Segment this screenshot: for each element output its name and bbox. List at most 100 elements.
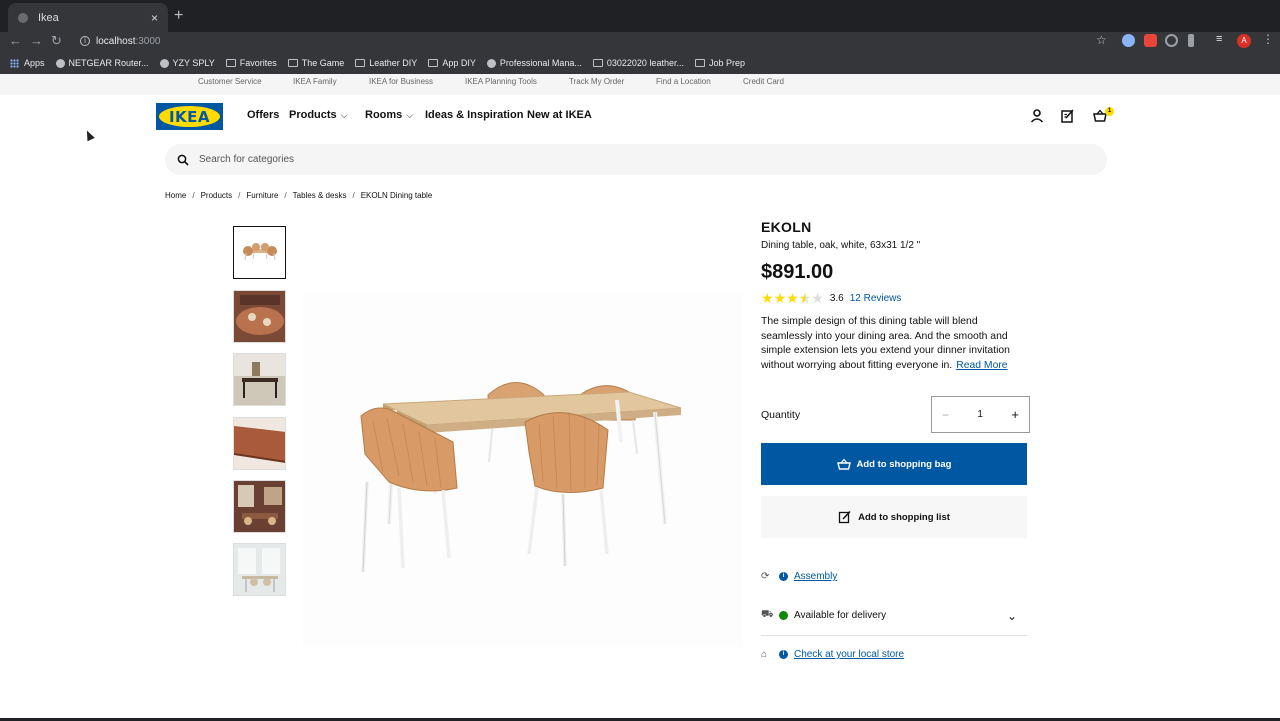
ikea-logo[interactable]: IKEA bbox=[156, 103, 223, 130]
breadcrumb-link[interactable]: Home bbox=[165, 191, 186, 200]
address-bar[interactable]: i localhost:3000 bbox=[72, 32, 1112, 50]
nav-label: Offers bbox=[247, 109, 280, 121]
new-tab-button[interactable]: + bbox=[174, 7, 183, 25]
apps-grid-icon bbox=[10, 58, 19, 68]
bookmark-label: Professional Mana... bbox=[499, 58, 582, 68]
utility-link[interactable]: IKEA for Business bbox=[369, 77, 433, 86]
thumbnail-image[interactable] bbox=[233, 353, 286, 406]
chevron-down-icon[interactable]: ⌄ bbox=[1007, 609, 1017, 623]
delivery-truck-icon: ⛟ bbox=[761, 609, 774, 620]
list-add-icon bbox=[838, 510, 851, 524]
add-to-bag-button[interactable]: Add to shopping bag bbox=[761, 443, 1027, 485]
in-stock-dot-icon bbox=[779, 611, 788, 620]
breadcrumb-link[interactable]: EKOLN Dining table bbox=[361, 191, 433, 200]
extension-icon[interactable] bbox=[1188, 34, 1194, 47]
nav-label: Rooms bbox=[365, 109, 403, 121]
nav-products[interactable]: Products ⌵ bbox=[289, 109, 348, 121]
star-empty-icon: ★ bbox=[811, 290, 824, 306]
site-info-icon[interactable]: i bbox=[80, 36, 90, 46]
quantity-label: Quantity bbox=[761, 409, 801, 421]
utility-link[interactable]: Credit Card bbox=[743, 77, 784, 86]
bookmark-item[interactable]: App DIY bbox=[428, 58, 476, 68]
thumbnail-image[interactable] bbox=[233, 480, 286, 533]
bookmark-item[interactable]: Apps bbox=[10, 58, 45, 68]
bookmark-label: Job Prep bbox=[708, 58, 745, 68]
folder-icon bbox=[592, 59, 603, 67]
bookmark-label: The Game bbox=[301, 58, 345, 68]
bookmark-item[interactable]: The Game bbox=[287, 58, 345, 68]
tab-title: Ikea bbox=[38, 11, 59, 24]
utility-link[interactable]: Customer Service bbox=[198, 77, 262, 86]
utility-link[interactable]: Track My Order bbox=[569, 77, 624, 86]
nav-ideas-inspiration[interactable]: Ideas & Inspiration bbox=[425, 109, 523, 121]
breadcrumb-separator: / bbox=[192, 191, 195, 200]
star-icon: ★ bbox=[786, 290, 799, 306]
bookmark-item[interactable]: 03022020 leather... bbox=[592, 58, 684, 68]
utility-link[interactable]: IKEA Planning Tools bbox=[465, 77, 537, 86]
reviews-link[interactable]: 12 Reviews bbox=[850, 293, 902, 304]
nav-label: Ideas & Inspiration bbox=[425, 109, 524, 121]
bookmark-label: NETGEAR Router... bbox=[68, 58, 149, 68]
search-input[interactable] bbox=[199, 154, 799, 165]
breadcrumb-link[interactable]: Tables & desks bbox=[293, 191, 347, 200]
reload-icon[interactable]: ↻ bbox=[51, 33, 62, 49]
product-info: EKOLN Dining table, oak, white, 63x31 1/… bbox=[761, 219, 1028, 373]
product-description: Dining table, oak, white, 63x31 1/2 " bbox=[761, 240, 921, 251]
rating-score: 3.6 bbox=[829, 293, 844, 304]
search-bar[interactable] bbox=[165, 144, 1107, 175]
thumbnail-image[interactable] bbox=[233, 226, 286, 279]
nav-rooms[interactable]: Rooms ⌵ bbox=[365, 109, 413, 121]
thumbnail-image[interactable] bbox=[233, 290, 286, 343]
profile-avatar[interactable]: A bbox=[1237, 34, 1251, 48]
thumbnail-image[interactable] bbox=[233, 543, 286, 596]
bookmark-item[interactable]: Favorites bbox=[225, 58, 277, 68]
nav-new-at-ikea[interactable]: New at IKEA bbox=[527, 109, 592, 121]
quantity-value[interactable]: 1 bbox=[977, 409, 983, 420]
utility-link[interactable]: Find a Location bbox=[656, 77, 711, 86]
plus-icon[interactable]: + bbox=[1011, 407, 1019, 422]
extension-icon[interactable] bbox=[1165, 34, 1178, 47]
check-store-link[interactable]: Check at your local store bbox=[794, 649, 904, 660]
address-url[interactable]: localhost:3000 bbox=[96, 36, 161, 47]
utility-link[interactable]: IKEA Family bbox=[293, 77, 337, 86]
star-icon: ★ bbox=[773, 290, 787, 306]
breadcrumb-link[interactable]: Furniture bbox=[246, 191, 278, 200]
extension-icon[interactable] bbox=[1144, 34, 1157, 47]
cart-count-badge: 1 bbox=[1105, 107, 1114, 116]
bookmark-item[interactable]: YZY SPLY bbox=[159, 58, 215, 68]
bookmark-item[interactable]: Leather DIY bbox=[355, 58, 417, 68]
read-more-link[interactable]: Read More bbox=[956, 360, 1007, 371]
bookmark-star-icon[interactable]: ☆ bbox=[1096, 33, 1107, 47]
search-icon[interactable] bbox=[177, 154, 189, 166]
back-arrow-icon[interactable]: ← bbox=[9, 33, 22, 48]
browser-tab[interactable]: Ikea × bbox=[8, 3, 168, 32]
account-icon[interactable] bbox=[1029, 108, 1045, 124]
breadcrumb-link[interactable]: Products bbox=[201, 191, 233, 200]
product-price: $891.00 bbox=[761, 261, 834, 283]
forward-arrow-icon[interactable]: → bbox=[30, 33, 43, 48]
bookmark-item[interactable]: NETGEAR Router... bbox=[55, 58, 149, 68]
tab-close-icon[interactable]: × bbox=[151, 11, 158, 25]
bookmark-label: Apps bbox=[24, 58, 45, 68]
info-icon: i bbox=[779, 572, 788, 581]
minus-icon[interactable]: − bbox=[942, 408, 949, 422]
thumbnail-image[interactable] bbox=[233, 417, 286, 470]
add-to-bag-label: Add to shopping bag bbox=[856, 458, 952, 470]
star-icon: ★ bbox=[761, 290, 774, 306]
folder-icon bbox=[694, 59, 705, 67]
bookmark-item[interactable]: Job Prep bbox=[694, 58, 745, 68]
star-half-icon: ★ bbox=[798, 290, 812, 306]
reading-list-icon[interactable]: ≡ bbox=[1216, 33, 1222, 45]
breadcrumb: Home / Products / Furniture / Tables & desks / E… bbox=[165, 191, 432, 200]
browser-toolbar: ← → ↻ i localhost:3000 ☆ ≡ A ⋮ bbox=[0, 32, 1280, 52]
nav-offers[interactable]: Offers bbox=[247, 109, 279, 121]
add-to-list-button[interactable]: Add to shopping list bbox=[761, 496, 1027, 538]
extension-icon[interactable] bbox=[1122, 34, 1135, 47]
bookmark-item[interactable]: Professional Mana... bbox=[486, 58, 582, 68]
browser-menu-icon[interactable]: ⋮ bbox=[1262, 32, 1274, 46]
shopping-list-icon[interactable] bbox=[1060, 108, 1076, 124]
delivery-row[interactable]: ⛟ Available for delivery ⌄ bbox=[761, 609, 1027, 623]
add-to-list-label: Add to shopping list bbox=[858, 511, 950, 523]
assembly-link[interactable]: Assembly bbox=[794, 571, 837, 582]
f-icon bbox=[486, 58, 496, 68]
